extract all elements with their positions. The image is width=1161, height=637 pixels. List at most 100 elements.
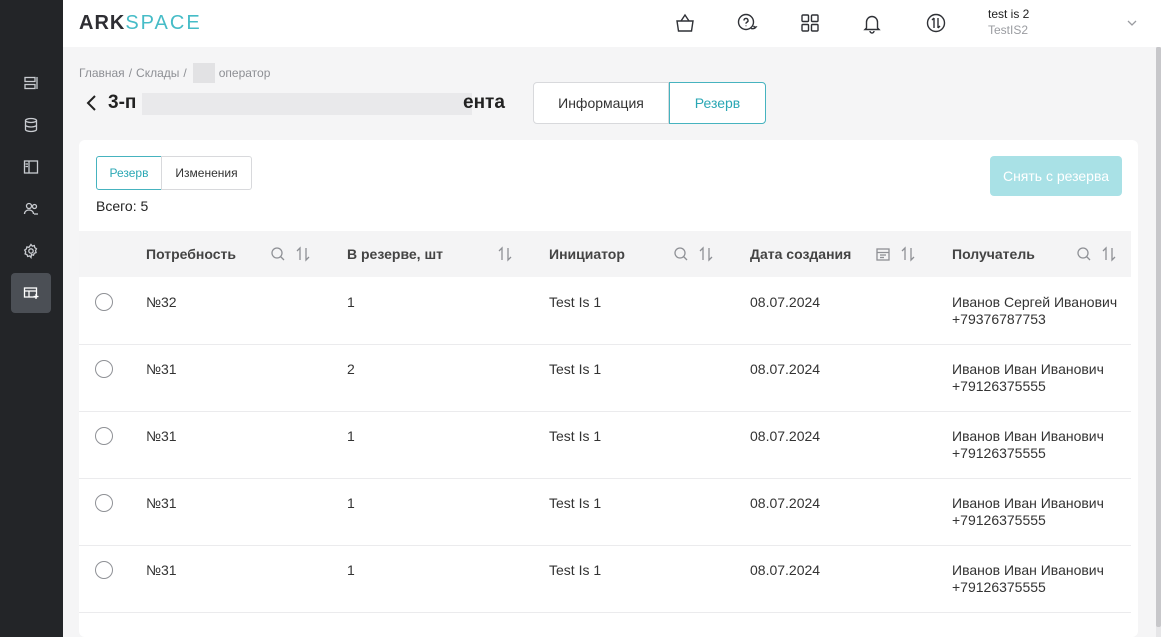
- grid-icon: [801, 14, 819, 32]
- created-date-filter-button[interactable]: [875, 246, 891, 262]
- cell-created: 08.07.2024: [750, 294, 821, 310]
- tab-reserve[interactable]: Резерв: [669, 82, 766, 124]
- sort-icon: [1102, 246, 1116, 262]
- chevron-down-icon: [1127, 20, 1137, 26]
- cell-need: №31: [146, 495, 177, 511]
- search-icon: [271, 247, 285, 261]
- recipient-name: Иванов Иван Иванович: [952, 495, 1104, 511]
- page-title-end: ента: [463, 92, 505, 113]
- cell-recipient: Иванов Иван Иванович +79126375555: [952, 495, 1104, 529]
- apps-grid-button[interactable]: [798, 11, 822, 35]
- total-count: Всего: 5: [96, 198, 149, 214]
- qty-sort-button[interactable]: [497, 246, 513, 262]
- page-title: 3-п: [108, 92, 137, 113]
- cell-created: 08.07.2024: [750, 495, 821, 511]
- cell-recipient: Иванов Иван Иванович +79126375555: [952, 361, 1104, 395]
- basket-icon: [676, 13, 694, 32]
- back-button[interactable]: [84, 94, 100, 112]
- cell-need: №31: [146, 428, 177, 444]
- column-qty: В резерве, шт: [347, 246, 443, 262]
- unreserve-button[interactable]: Снять с резерва: [990, 156, 1122, 196]
- user-menu-toggle[interactable]: [1125, 16, 1139, 30]
- row-select-radio[interactable]: [95, 293, 113, 311]
- column-initiator: Инициатор: [549, 246, 625, 262]
- search-icon: [674, 247, 688, 261]
- chat-help-icon: [737, 13, 758, 31]
- cell-need: №31: [146, 562, 177, 578]
- need-sort-button[interactable]: [295, 246, 311, 262]
- logo[interactable]: ARKSPACE: [79, 12, 202, 35]
- table-row[interactable]: №32 1 Test Is 1 08.07.2024 Иванов Сергей…: [79, 278, 1131, 345]
- row-select-radio[interactable]: [95, 494, 113, 512]
- table-row[interactable]: №31 2 Test Is 1 08.07.2024 Иванов Иван И…: [79, 345, 1131, 412]
- basket-button[interactable]: [673, 11, 697, 35]
- cell-qty: 1: [347, 495, 355, 511]
- initiator-search-button[interactable]: [673, 246, 689, 262]
- chevron-left-icon: [86, 95, 96, 111]
- sidebar-item-layout[interactable]: [11, 147, 51, 187]
- cell-qty: 1: [347, 294, 355, 310]
- cell-created: 08.07.2024: [750, 428, 821, 444]
- cell-initiator: Test Is 1: [549, 562, 602, 578]
- user-name[interactable]: test is 2: [988, 7, 1029, 21]
- sidebar-item-database[interactable]: [11, 105, 51, 145]
- sidebar-item-warehouse[interactable]: [11, 273, 51, 313]
- recipient-sort-button[interactable]: [1101, 246, 1117, 262]
- subtab-reserve[interactable]: Резерв: [96, 156, 162, 190]
- sort-icon: [901, 246, 915, 262]
- recipient-phone: +79126375555: [952, 445, 1046, 461]
- sync-button[interactable]: [924, 11, 948, 35]
- column-created: Дата создания: [750, 246, 852, 262]
- created-sort-button[interactable]: [900, 246, 916, 262]
- row-select-radio[interactable]: [95, 360, 113, 378]
- tab-information[interactable]: Информация: [533, 82, 669, 124]
- need-search-button[interactable]: [270, 246, 286, 262]
- recipient-phone: +79126375555: [952, 579, 1046, 595]
- column-recipient: Получатель: [952, 246, 1035, 262]
- breadcrumb-home[interactable]: Главная: [79, 66, 125, 80]
- cell-recipient: Иванов Сергей Иванович +79376787753: [952, 294, 1117, 328]
- sidebar-item-settings[interactable]: [11, 231, 51, 271]
- table-header: Потребность В резерве, шт Инициатор Дата…: [79, 231, 1131, 277]
- sort-icon: [699, 246, 713, 262]
- recipient-phone: +79126375555: [952, 378, 1046, 394]
- cell-initiator: Test Is 1: [549, 361, 602, 377]
- recipient-phone: +79376787753: [952, 311, 1046, 327]
- cell-qty: 1: [347, 428, 355, 444]
- cell-need: №32: [146, 294, 177, 310]
- notifications-button[interactable]: [860, 11, 884, 35]
- breadcrumb-separator: /: [183, 66, 187, 80]
- recipient-name: Иванов Иван Иванович: [952, 361, 1104, 377]
- breadcrumb-current: оператор: [218, 66, 271, 80]
- database-icon: [24, 117, 38, 133]
- breadcrumb-warehouses[interactable]: Склады: [136, 66, 179, 80]
- subtab-changes[interactable]: Изменения: [161, 156, 252, 190]
- cell-initiator: Test Is 1: [549, 495, 602, 511]
- sidebar-item-list[interactable]: [11, 63, 51, 103]
- table-row[interactable]: №31 1 Test Is 1 08.07.2024 Иванов Иван И…: [79, 479, 1131, 546]
- cell-recipient: Иванов Иван Иванович +79126375555: [952, 562, 1104, 596]
- breadcrumb-separator: /: [128, 66, 133, 80]
- redacted-block: [142, 93, 472, 115]
- row-select-radio[interactable]: [95, 427, 113, 445]
- cell-recipient: Иванов Иван Иванович +79126375555: [952, 428, 1104, 462]
- sort-icon: [296, 246, 310, 262]
- list-icon: [24, 76, 38, 90]
- cell-qty: 1: [347, 562, 355, 578]
- recipient-search-button[interactable]: [1076, 246, 1092, 262]
- reserve-card: Резерв Изменения Всего: 5 Снять с резерв…: [79, 140, 1138, 637]
- table-row[interactable]: №31 1 Test Is 1 08.07.2024 Иванов Иван И…: [79, 546, 1131, 613]
- chat-help-button[interactable]: [735, 11, 759, 35]
- sidebar-item-users[interactable]: [11, 189, 51, 229]
- cell-initiator: Test Is 1: [549, 294, 602, 310]
- row-select-radio[interactable]: [95, 561, 113, 579]
- calendar-icon: [876, 248, 890, 261]
- bell-icon: [863, 15, 881, 34]
- scrollbar-thumb[interactable]: [1156, 47, 1161, 627]
- sync-icon: [926, 13, 946, 33]
- user-login[interactable]: TestIS2: [988, 23, 1028, 37]
- table-row[interactable]: №31 1 Test Is 1 08.07.2024 Иванов Иван И…: [79, 412, 1131, 479]
- cell-need: №31: [146, 361, 177, 377]
- initiator-sort-button[interactable]: [698, 246, 714, 262]
- top-header: ARKSPACE test is 2 TestIS2: [63, 0, 1161, 47]
